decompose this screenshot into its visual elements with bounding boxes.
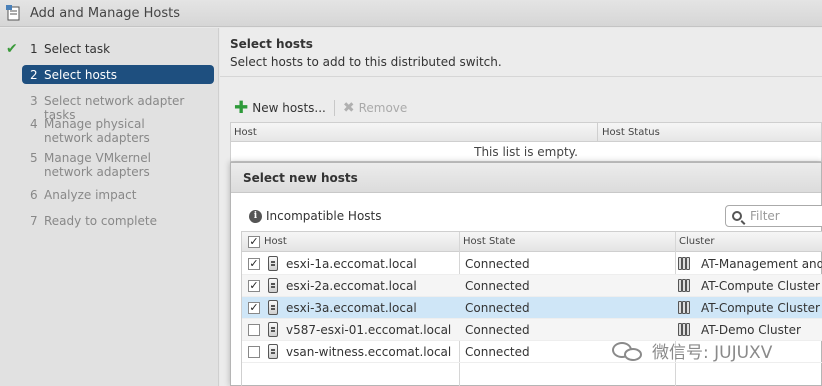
cluster-name: AT-Management and E (701, 257, 822, 271)
step-label: Analyze impact (44, 188, 137, 202)
page-title: Select hosts (230, 37, 313, 51)
column-header-host[interactable]: Host (234, 127, 257, 138)
cluster-icon (678, 257, 691, 270)
column-header-cluster[interactable]: Cluster (679, 236, 715, 247)
step-label: Ready to complete (44, 214, 157, 228)
divider (220, 76, 822, 77)
step-number: 2 (30, 67, 38, 82)
column-header-host-status[interactable]: Host Status (602, 127, 660, 138)
step-number: 7 (30, 214, 38, 228)
step-label: Select task (44, 42, 111, 56)
select-all-checkbox[interactable]: ✓ (248, 236, 260, 248)
host-name: esxi-2a.eccomat.local (286, 279, 417, 293)
step-number: 3 (30, 94, 38, 108)
step-manage-vmkernel-adapters: 5 Manage VMkernel network adapters (22, 151, 214, 179)
wechat-icon (612, 340, 644, 362)
step-label: Select hosts (44, 67, 117, 82)
watermark-text: 微信号: JUJUXV (652, 343, 773, 363)
incompatible-hosts-label: Incompatible Hosts (266, 209, 382, 223)
cluster-icon (678, 301, 691, 314)
step-select-task[interactable]: 1 Select task (22, 42, 214, 56)
host-name: vsan-witness.eccomat.local (286, 345, 452, 359)
selected-hosts-grid: Host Host Status This list is empty. (230, 122, 822, 162)
step-analyze-impact: 6 Analyze impact (22, 188, 214, 202)
cluster-name: AT-Compute Cluster (701, 301, 820, 315)
wizard-steps: ✔ 1 Select task 2 Select hosts 3 Select … (0, 28, 219, 386)
host-state: Connected (465, 323, 530, 337)
host-icon (268, 300, 278, 315)
step-label: Manage VMkernel network adapters (44, 151, 151, 179)
column-divider (597, 123, 598, 142)
cluster-name: AT-Compute Cluster (701, 279, 820, 293)
remove-button[interactable]: ✖ Remove (343, 100, 407, 116)
step-ready-to-complete: 7 Ready to complete (22, 214, 214, 228)
step-number: 1 (30, 42, 38, 56)
watermark: 微信号: JUJUXV (612, 338, 772, 363)
divider (333, 100, 335, 116)
remove-icon: ✖ (342, 100, 355, 116)
step-number: 6 (30, 188, 38, 202)
info-icon: i (249, 209, 262, 223)
incompatible-hosts-link[interactable]: i Incompatible Hosts (249, 209, 382, 223)
table-row[interactable]: ✓ esxi-1a.eccomat.local Connected AT-Man… (242, 253, 822, 275)
host-name: v587-esxi-01.eccomat.local (286, 323, 452, 337)
host-state: Connected (465, 301, 530, 315)
column-header-host[interactable]: Host (264, 236, 287, 247)
host-icon (268, 322, 278, 337)
cluster-name: AT-Demo Cluster (701, 323, 801, 337)
row-checkbox[interactable]: ✓ (248, 280, 260, 292)
filter-placeholder: Filter (750, 209, 780, 223)
host-state: Connected (465, 279, 530, 293)
step-select-hosts[interactable]: 2 Select hosts (22, 65, 214, 84)
new-hosts-button[interactable]: ✚ New hosts... (234, 98, 326, 118)
table-header: ✓ Host Host State Cluster (242, 232, 822, 252)
row-checkbox[interactable]: ✓ (248, 302, 260, 314)
plus-icon: ✚ (234, 98, 249, 118)
page-subtitle: Select hosts to add to this distributed … (230, 55, 502, 69)
table-row[interactable]: ✓ esxi-2a.eccomat.local Connected AT-Com… (242, 275, 822, 297)
row-checkbox[interactable]: ✓ (248, 258, 260, 270)
cluster-icon (678, 323, 691, 336)
new-hosts-label: New hosts... (252, 101, 326, 115)
host-name: esxi-3a.eccomat.local (286, 301, 417, 315)
row-checkbox[interactable] (248, 324, 260, 336)
search-icon (732, 211, 742, 221)
column-header-host-state[interactable]: Host State (463, 236, 515, 247)
host-icon (268, 278, 278, 293)
remove-label: Remove (358, 101, 408, 115)
table-row[interactable]: ✓ esxi-3a.eccomat.local Connected AT-Com… (242, 297, 822, 319)
step-number: 4 (30, 117, 38, 131)
dialog-title: Select new hosts (231, 163, 821, 193)
step-manage-physical-adapters: 4 Manage physical network adapters (22, 117, 214, 145)
host-state: Connected (465, 257, 530, 271)
step-number: 5 (30, 151, 38, 165)
cluster-icon (678, 279, 691, 292)
step-label: Manage physical network adapters (44, 117, 150, 145)
toolbar: ✚ New hosts... ✖ Remove (234, 98, 407, 118)
wizard-icon (6, 5, 22, 21)
filter-input[interactable]: Filter (725, 205, 822, 227)
window-title: Add and Manage Hosts (30, 5, 181, 21)
grid-header: Host Host Status (231, 123, 821, 142)
empty-message: This list is empty. (474, 145, 578, 159)
row-checkbox[interactable] (248, 346, 260, 358)
checkmark-icon: ✔ (6, 41, 18, 57)
host-icon (268, 344, 278, 359)
host-name: esxi-1a.eccomat.local (286, 257, 417, 271)
host-icon (268, 256, 278, 271)
host-state: Connected (465, 345, 530, 359)
window-titlebar: Add and Manage Hosts (0, 0, 822, 27)
